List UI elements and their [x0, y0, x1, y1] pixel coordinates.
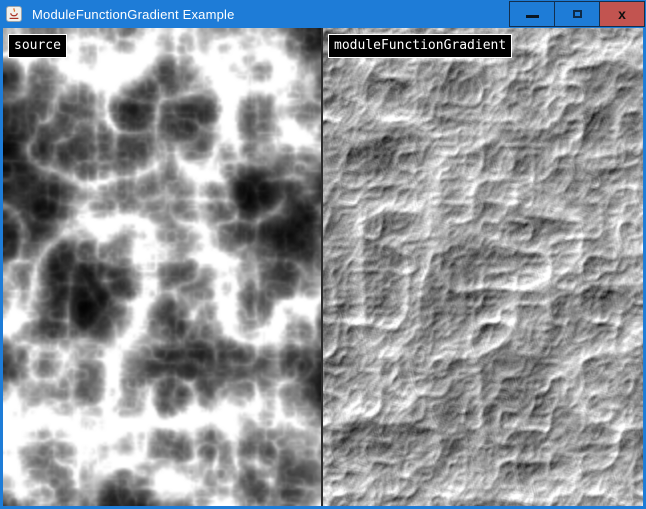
close-icon: x	[618, 7, 626, 21]
minimize-button[interactable]	[509, 1, 555, 27]
source-noise-image	[3, 28, 321, 506]
source-panel: source	[3, 28, 321, 506]
gradient-noise-image	[323, 28, 643, 506]
module-function-gradient-label: moduleFunctionGradient	[328, 34, 512, 58]
window-controls: x	[510, 1, 645, 27]
content-area: source moduleFunctionGradient	[3, 28, 643, 506]
minimize-icon	[526, 15, 539, 18]
titlebar[interactable]: ModuleFunctionGradient Example x	[0, 0, 646, 28]
java-coffee-cup-icon	[6, 6, 22, 22]
maximize-icon	[573, 10, 582, 18]
source-label: source	[8, 34, 67, 58]
app-window: ModuleFunctionGradient Example x source …	[0, 0, 646, 509]
maximize-button[interactable]	[554, 1, 600, 27]
module-function-gradient-panel: moduleFunctionGradient	[323, 28, 643, 506]
window-title: ModuleFunctionGradient Example	[32, 7, 235, 22]
close-button[interactable]: x	[599, 1, 645, 27]
